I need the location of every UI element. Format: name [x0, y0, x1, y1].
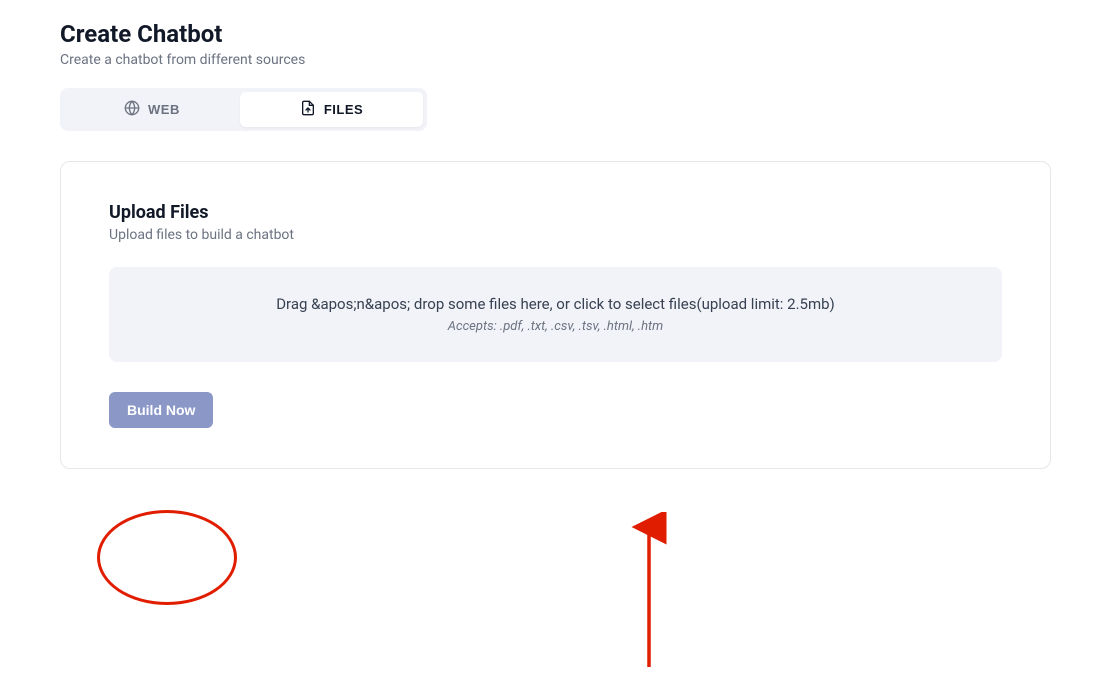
dropzone-instruction: Drag &apos;n&apos; drop some files here,… — [129, 295, 982, 313]
dropzone-accepts: Accepts: .pdf, .txt, .csv, .tsv, .html, … — [129, 319, 982, 334]
upload-subtitle: Upload files to build a chatbot — [109, 227, 1002, 243]
page-subtitle: Create a chatbot from different sources — [60, 52, 1051, 68]
tab-web[interactable]: WEB — [64, 92, 240, 127]
tab-web-label: WEB — [148, 102, 180, 117]
tab-files[interactable]: FILES — [240, 92, 423, 127]
upload-card: Upload Files Upload files to build a cha… — [60, 161, 1051, 469]
file-dropzone[interactable]: Drag &apos;n&apos; drop some files here,… — [109, 267, 1002, 362]
file-up-icon — [300, 100, 316, 119]
tab-files-label: FILES — [324, 102, 363, 117]
build-now-button[interactable]: Build Now — [109, 392, 213, 428]
upload-title: Upload Files — [109, 202, 1002, 223]
source-tabs: WEB FILES — [60, 88, 427, 131]
annotation-arrow — [629, 512, 669, 676]
globe-icon — [124, 100, 140, 119]
page-title: Create Chatbot — [60, 20, 1051, 48]
annotation-circle — [97, 510, 237, 605]
